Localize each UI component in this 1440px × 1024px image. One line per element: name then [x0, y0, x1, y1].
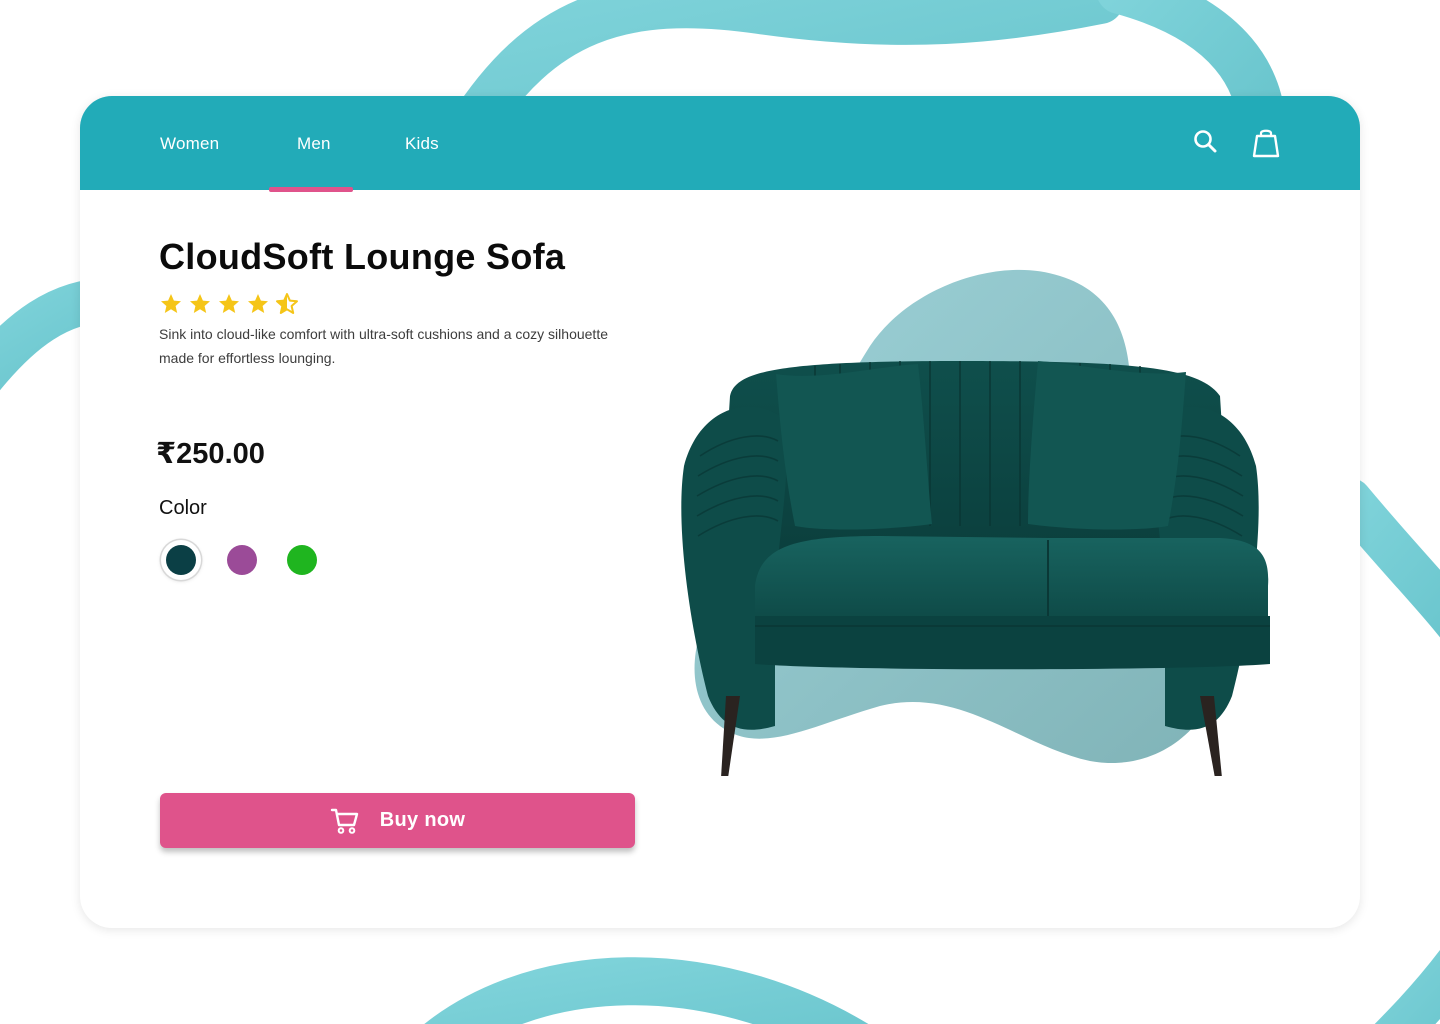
product-title: CloudSoft Lounge Sofa: [159, 236, 566, 277]
product-description: Sink into cloud-like comfort with ultra-…: [159, 326, 608, 366]
star-full-icon: [248, 294, 268, 313]
page: Women Men Kids CloudSoft Lounge Sofa Sin…: [0, 0, 1440, 1024]
active-tab-indicator: [269, 187, 353, 192]
buy-now-button[interactable]: Buy now: [160, 793, 635, 848]
nav-item-men[interactable]: Men: [297, 132, 331, 156]
search-icon[interactable]: [1190, 126, 1224, 160]
color-swatch-purple[interactable]: [222, 540, 262, 580]
shopping-bag-icon[interactable]: [1249, 126, 1283, 160]
product-price: ₹250.00: [156, 438, 265, 470]
buy-now-label: Buy now: [379, 809, 466, 831]
swatch-fill: [227, 545, 257, 575]
nav-item-kids[interactable]: Kids: [405, 132, 439, 156]
rating-stars: [159, 292, 299, 318]
color-label: Color: [159, 497, 207, 519]
swatch-fill: [287, 545, 317, 575]
star-full-icon: [161, 294, 181, 313]
color-swatch-green[interactable]: [282, 540, 322, 580]
cart-icon: [330, 808, 358, 834]
nav-item-women[interactable]: Women: [160, 132, 219, 156]
swatch-fill: [166, 545, 196, 575]
sofa-image: [681, 269, 1270, 776]
color-swatch-teal[interactable]: [161, 540, 201, 580]
top-navbar: Women Men Kids: [80, 96, 1360, 190]
star-full-icon: [219, 294, 239, 313]
product-card: Women Men Kids CloudSoft Lounge Sofa Sin…: [80, 96, 1360, 928]
star-full-icon: [190, 294, 210, 313]
star-half-icon: [276, 293, 298, 314]
